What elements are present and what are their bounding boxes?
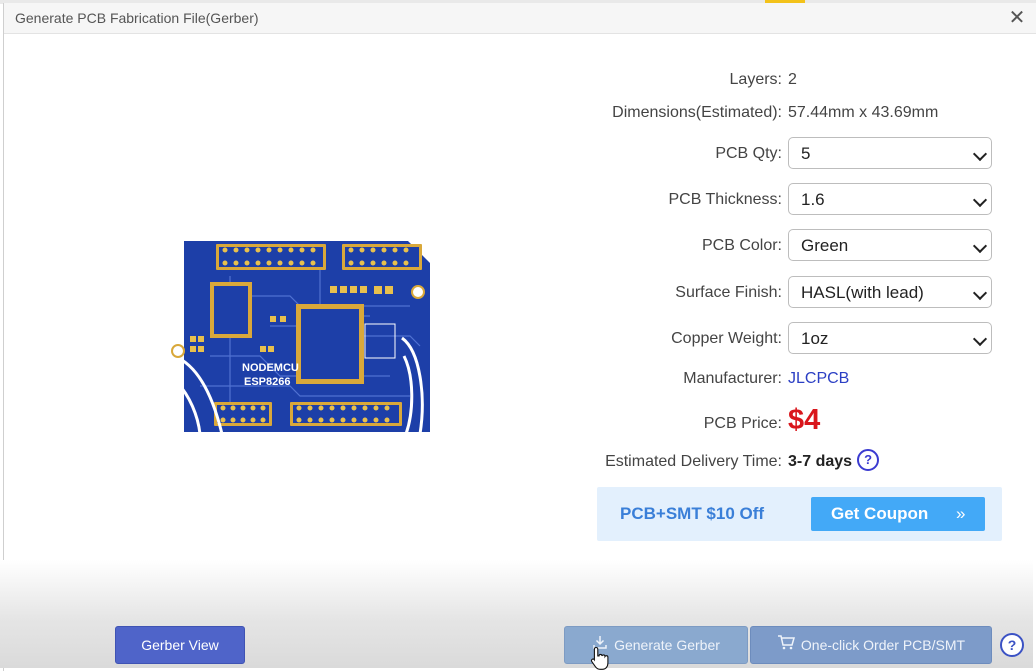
layers-value: 2 <box>788 71 797 88</box>
color-label: PCB Color: <box>701 237 782 254</box>
price-row: PCB Price: $4 <box>560 404 1030 439</box>
manufacturer-link[interactable]: JLCPCB <box>788 362 849 396</box>
manufacturer-row: Manufacturer: JLCPCB <box>560 362 1030 396</box>
finish-select[interactable]: HASL(with lead) <box>788 276 992 308</box>
coupon-text: PCB+SMT $10 Off <box>620 504 765 523</box>
delivery-label: Estimated Delivery Time: <box>605 453 782 470</box>
layers-row: Layers: 2 <box>560 63 1030 97</box>
copper-select-value: 1oz <box>801 329 829 348</box>
copper-label: Copper Weight: <box>671 330 782 347</box>
manufacturer-label: Manufacturer: <box>683 370 782 387</box>
get-coupon-label: Get Coupon <box>831 504 929 523</box>
thickness-label: PCB Thickness: <box>668 191 782 208</box>
order-pcb-smt-button[interactable]: One-click Order PCB/SMT <box>750 626 992 664</box>
silk-label-1: NODEMCU <box>242 362 299 374</box>
finish-row: Surface Finish: HASL(with lead) <box>560 276 1030 310</box>
qty-select-value: 5 <box>801 144 811 163</box>
help-icon[interactable]: ? <box>857 449 880 472</box>
order-pcb-smt-label: One-click Order PCB/SMT <box>800 637 966 653</box>
finish-label: Surface Finish: <box>675 284 782 301</box>
delivery-value: 3-7 days? <box>788 445 880 479</box>
copper-select[interactable]: 1oz <box>788 322 992 354</box>
chevron-down-icon <box>972 192 988 208</box>
get-coupon-button[interactable]: Get Coupon » <box>811 497 985 531</box>
dimensions-label: Dimensions(Estimated): <box>612 104 782 121</box>
color-select[interactable]: Green <box>788 229 992 261</box>
dimensions-value: 57.44mm x 43.69mm <box>788 104 939 121</box>
price-label: PCB Price: <box>703 415 782 432</box>
price-value: $4 <box>788 404 821 436</box>
copper-row: Copper Weight: 1oz <box>560 322 1030 356</box>
delivery-value-text: 3-7 days <box>788 453 853 470</box>
delivery-row: Estimated Delivery Time: 3-7 days? <box>560 445 1030 479</box>
thickness-select[interactable]: 1.6 <box>788 183 992 215</box>
qty-row: PCB Qty: 5 <box>560 137 1030 171</box>
layers-label: Layers: <box>729 71 782 88</box>
thickness-row: PCB Thickness: 1.6 <box>560 183 1030 217</box>
chevron-down-icon <box>972 146 988 162</box>
close-icon[interactable]: ✕ <box>1006 7 1028 29</box>
gerber-view-label: Gerber View <box>141 637 219 653</box>
gerber-view-button[interactable]: Gerber View <box>115 626 245 664</box>
dialog-titlebar: Generate PCB Fabrication File(Gerber) ✕ <box>4 3 1036 34</box>
dialog-title: Generate PCB Fabrication File(Gerber) <box>15 10 259 26</box>
double-chevron-right-icon: » <box>956 504 966 523</box>
finish-select-value: HASL(with lead) <box>801 283 924 302</box>
color-row: PCB Color: Green <box>560 229 1030 263</box>
dimensions-row: Dimensions(Estimated): 57.44mm x 43.69mm <box>560 96 1030 130</box>
coupon-banner: PCB+SMT $10 Off Get Coupon » <box>597 487 1002 541</box>
qty-label: PCB Qty: <box>715 145 782 162</box>
pcb-preview-image: NODEMCU ESP8266 <box>171 241 430 435</box>
color-select-value: Green <box>801 236 849 255</box>
chevron-down-icon <box>972 285 988 301</box>
hand-cursor-icon <box>590 646 609 670</box>
generate-gerber-label: Generate Gerber <box>614 637 720 653</box>
silk-label-2: ESP8266 <box>244 376 290 388</box>
qty-select[interactable]: 5 <box>788 137 992 169</box>
footer-help-icon[interactable]: ? <box>1000 633 1024 657</box>
thickness-select-value: 1.6 <box>801 190 825 209</box>
chevron-down-icon <box>972 238 988 254</box>
cart-icon <box>777 627 795 663</box>
chevron-down-icon <box>972 331 988 347</box>
